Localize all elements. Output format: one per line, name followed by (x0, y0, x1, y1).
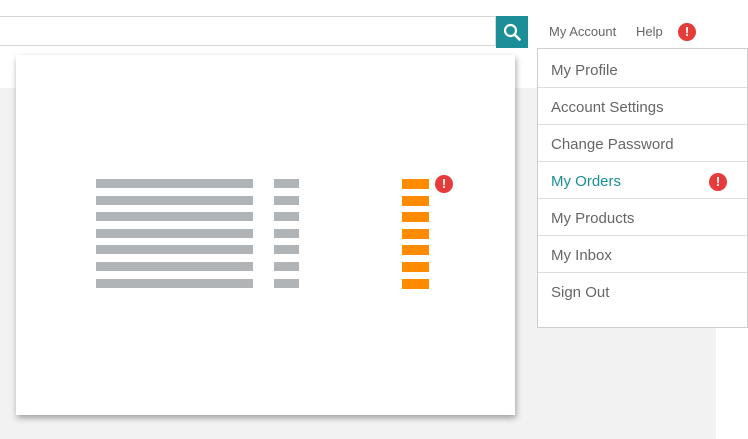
illustration-line (274, 212, 299, 221)
illustration-line (274, 279, 299, 288)
menu-item-change-password[interactable]: Change Password (538, 125, 747, 162)
menu-item-account-settings[interactable]: Account Settings (538, 88, 747, 125)
content-card: ! (16, 55, 515, 415)
illustration-highlight-line (402, 279, 429, 289)
menu-item-label: Sign Out (551, 284, 610, 301)
menu-item-my-orders[interactable]: My Orders ! (538, 162, 747, 199)
illustration-line (274, 179, 299, 188)
account-dropdown-menu: My Profile Account Settings Change Passw… (537, 48, 748, 328)
illustration-line (96, 279, 253, 288)
menu-item-label: Change Password (551, 136, 674, 153)
illustration-line (274, 245, 299, 254)
illustration-highlight-line (402, 196, 429, 206)
menu-item-label: My Orders (551, 173, 622, 190)
illustration-line (96, 179, 253, 188)
menu-item-sign-out[interactable]: Sign Out (538, 273, 747, 310)
illustration-line (274, 262, 299, 271)
orders-alert-icon: ! (709, 173, 727, 191)
illustration-highlight-line (402, 262, 429, 272)
menu-item-my-products[interactable]: My Products (538, 199, 747, 236)
menu-item-my-inbox[interactable]: My Inbox (538, 236, 747, 273)
search-button[interactable] (496, 16, 528, 48)
menu-item-my-profile[interactable]: My Profile (538, 51, 747, 88)
nav-my-account[interactable]: My Account (549, 24, 616, 39)
menu-item-label: My Inbox (551, 247, 612, 264)
illustration-line (96, 229, 253, 238)
nav-help[interactable]: Help (636, 24, 663, 39)
menu-item-label: My Products (551, 210, 635, 227)
illustration-line (96, 212, 253, 221)
menu-item-label: My Profile (551, 62, 618, 79)
illustration-highlight-line (402, 245, 429, 255)
illustration-highlight-line (402, 212, 429, 222)
illustration-line (96, 245, 253, 254)
illustration-line (96, 196, 253, 205)
illustration-line (274, 196, 299, 205)
illustration-highlight-line (402, 179, 429, 189)
illustration-line (274, 229, 299, 238)
search-icon (503, 23, 521, 41)
illustration-highlight-line (402, 229, 429, 239)
search-input[interactable] (0, 16, 496, 46)
notification-alert-icon[interactable]: ! (678, 23, 696, 41)
illustration-alert-icon: ! (435, 175, 453, 193)
menu-item-label: Account Settings (551, 99, 664, 116)
illustration-line (96, 262, 253, 271)
